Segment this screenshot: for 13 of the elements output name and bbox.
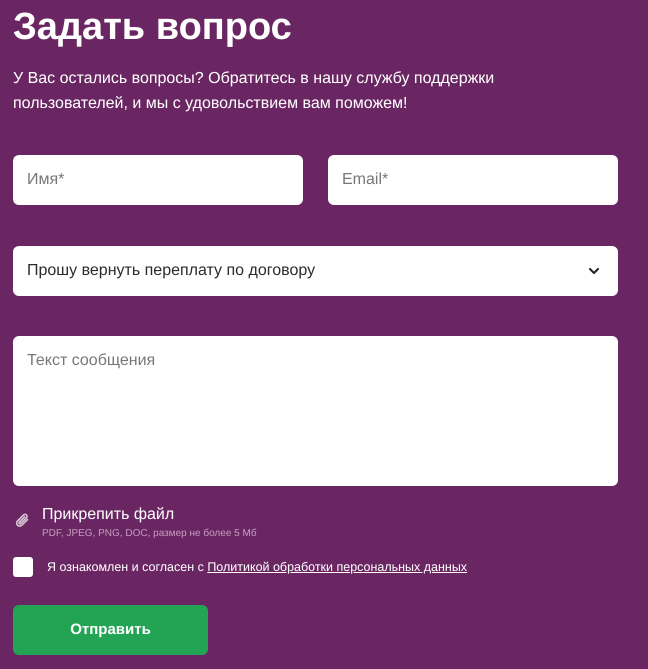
page-title: Задать вопрос: [13, 5, 293, 49]
paperclip-icon: [15, 512, 30, 529]
input-field[interactable]: Имя*: [13, 155, 303, 205]
consent-checkbox[interactable]: [13, 557, 33, 577]
attach-file-link[interactable]: Прикрепить файл: [42, 505, 257, 525]
file-format-hint: PDF, JPEG, PNG, DOC, размер не более 5 Мб: [42, 527, 257, 540]
privacy-policy-link[interactable]: Политикой обработки персональных данных: [207, 560, 468, 574]
consent-text: Я ознакомлен и согласен с Политикой обработки персональных данных: [47, 558, 468, 576]
message-field[interactable]: Текст сообщения: [13, 336, 618, 486]
select-field[interactable]: Прошу вернуть переплату по договору: [13, 246, 618, 296]
intro-text: У Вас остались вопросы? Обратитесь в нашу службу поддержки пользователей, и мы с удовольствием вам поможем!: [13, 69, 496, 114]
chevron-down-icon: [589, 268, 599, 274]
input-field[interactable]: Email*: [328, 155, 618, 205]
